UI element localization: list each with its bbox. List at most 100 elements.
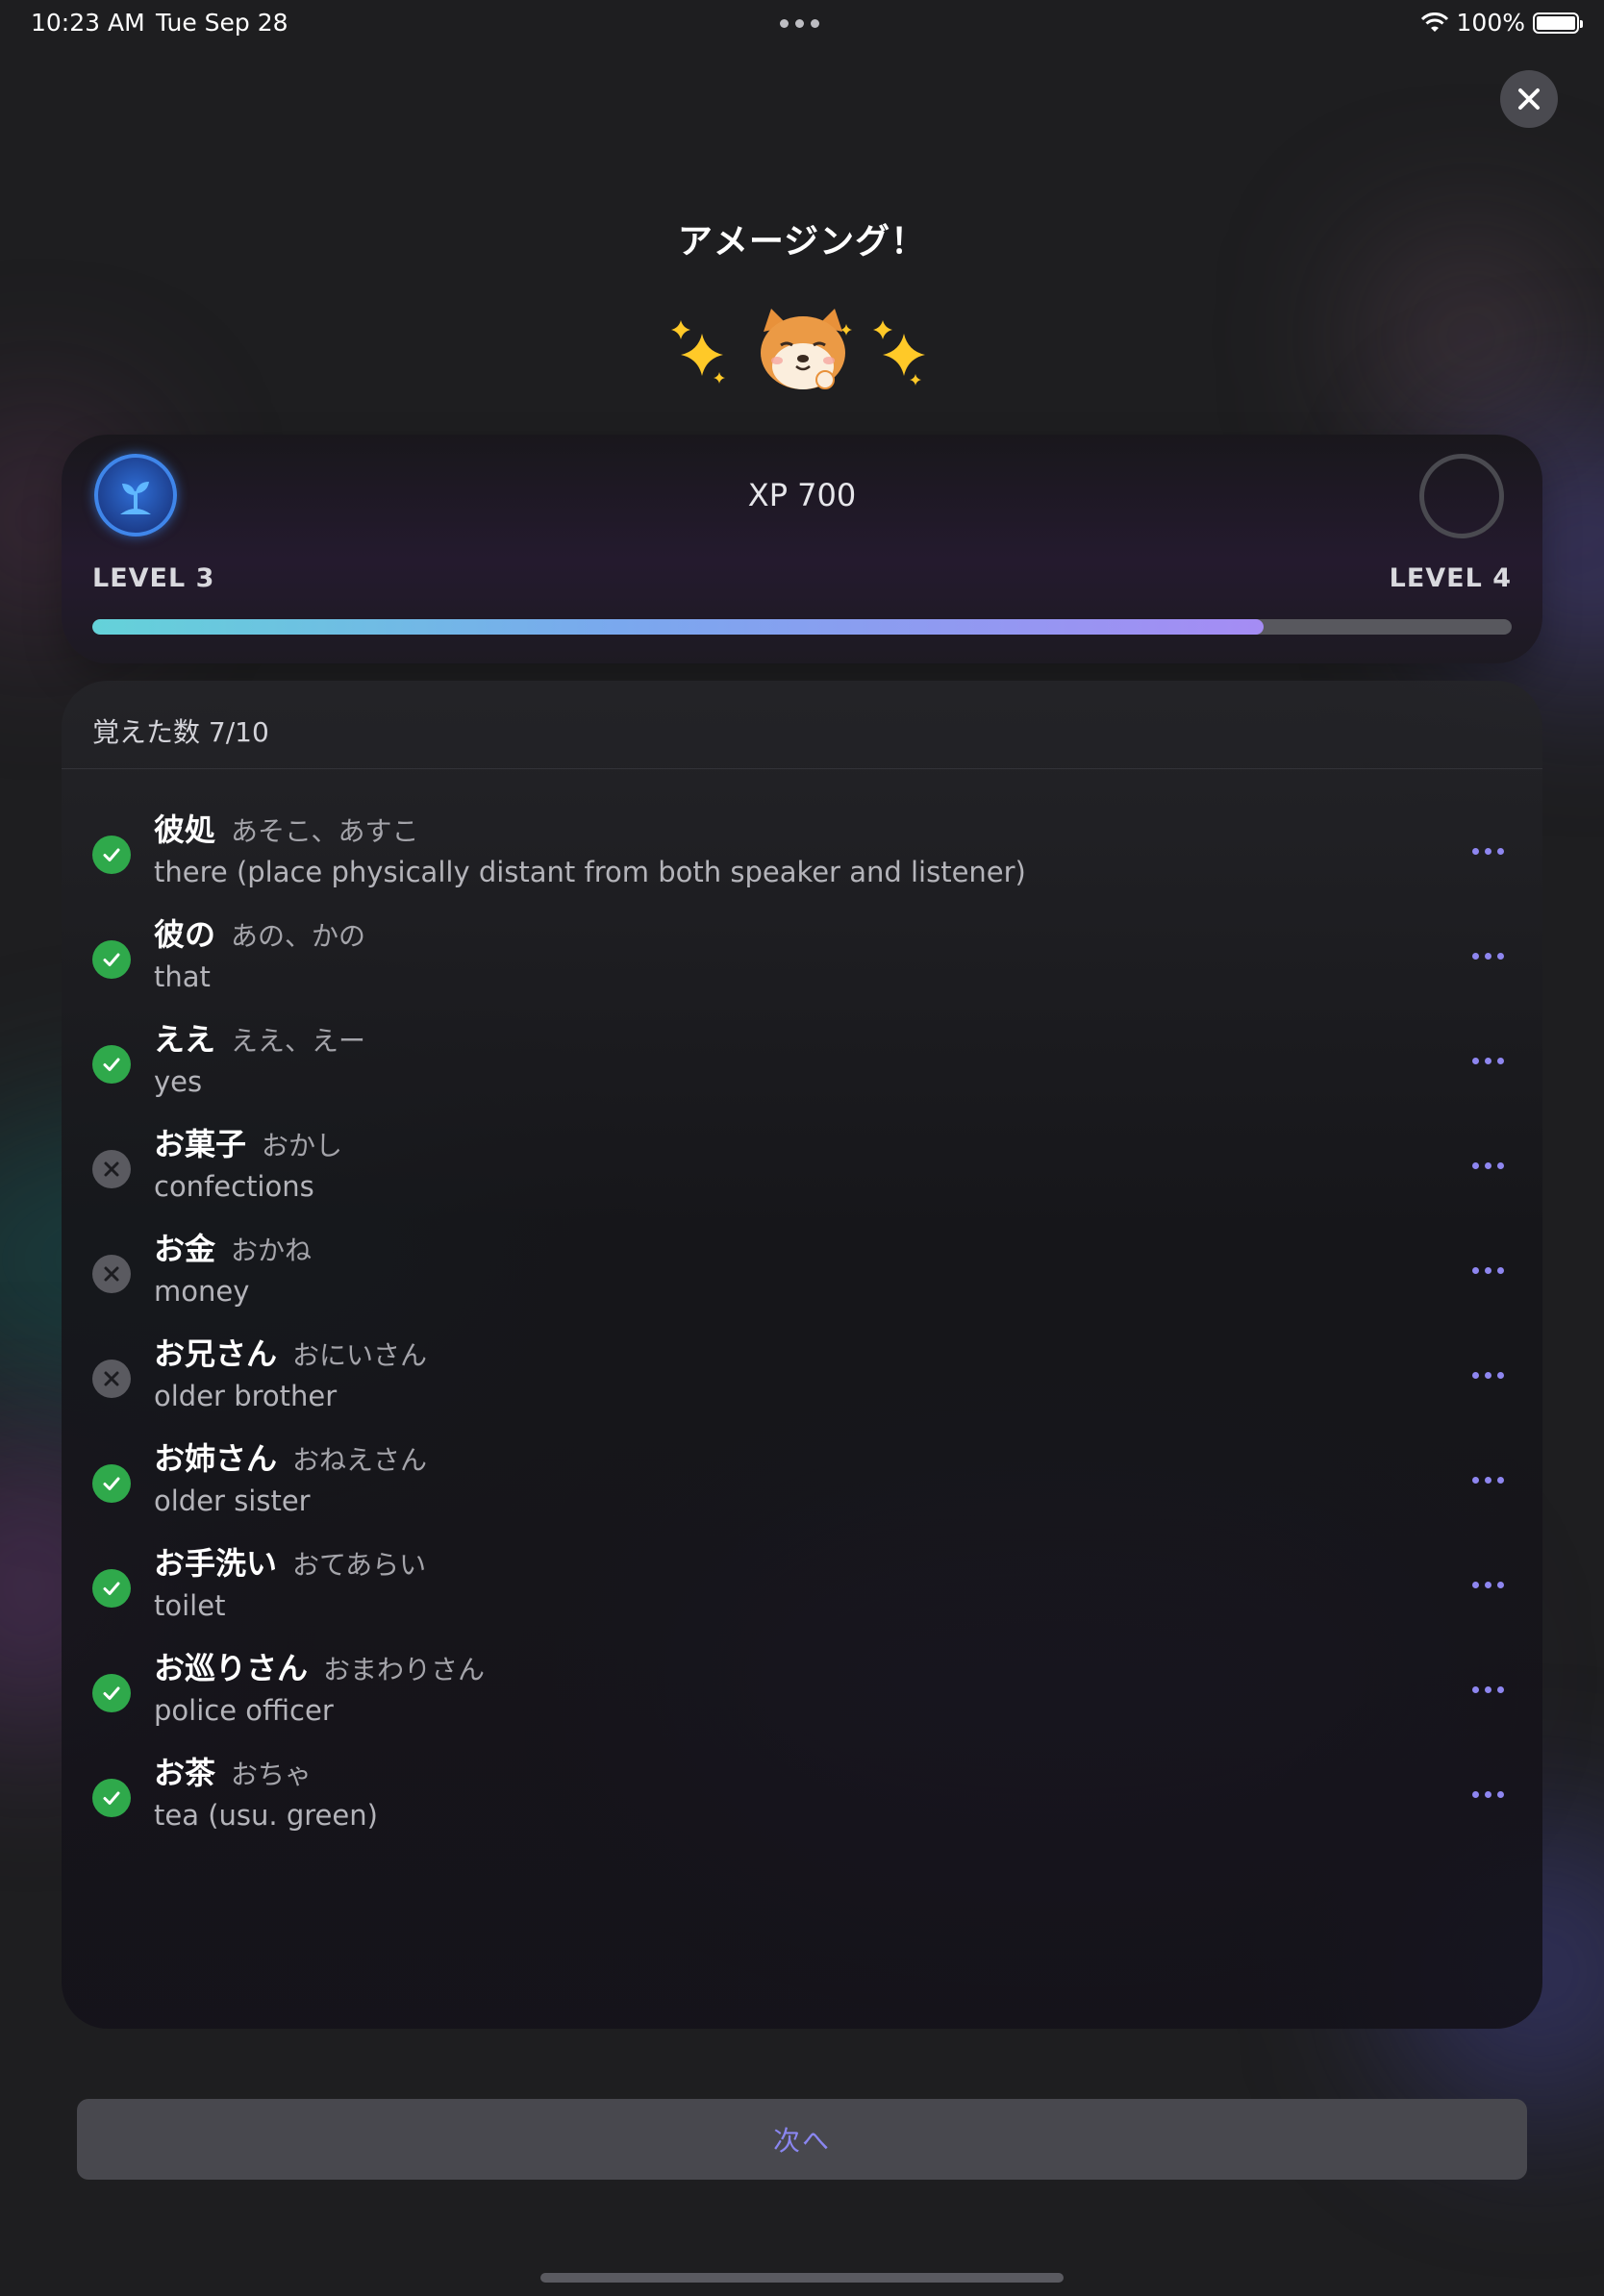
check-icon (92, 1464, 131, 1503)
multitasking-icon[interactable] (780, 19, 819, 28)
word-text: 彼の あの、かの that (154, 911, 365, 993)
check-icon (92, 1779, 131, 1817)
word-kanji: お金 (154, 1231, 216, 1267)
divider (62, 768, 1542, 769)
word-text: お菓子 おかし confections (154, 1120, 342, 1203)
word-reading: おまわりさん (323, 1654, 486, 1685)
battery-percent: 100% (1456, 9, 1525, 37)
word-text: お姉さん おねえさん older sister (154, 1435, 427, 1517)
xp-progress-bar (92, 619, 1512, 635)
list-item[interactable]: お姉さん おねえさん older sister (62, 1431, 1542, 1535)
word-kanji: お巡りさん (154, 1650, 309, 1686)
check-icon (92, 836, 131, 874)
word-reading: おにいさん (292, 1339, 428, 1371)
word-reading: あの、かの (231, 920, 366, 952)
word-meaning: older brother (154, 1380, 338, 1412)
more-options-icon[interactable] (1472, 848, 1504, 855)
word-text: お兄さん おにいさん older brother (154, 1330, 427, 1412)
battery-icon (1533, 12, 1583, 34)
word-reading: ええ、えー (231, 1025, 366, 1057)
list-item[interactable]: お茶 おちゃ tea (usu. green) (62, 1745, 1542, 1850)
list-item[interactable]: お手洗い おてあらい toilet (62, 1535, 1542, 1640)
page-title: アメージング！ (677, 222, 927, 262)
word-meaning: yes (154, 1065, 203, 1098)
list-item[interactable]: ええ ええ、えー yes (62, 1011, 1542, 1116)
word-meaning: that (154, 961, 211, 993)
close-button[interactable] (1500, 70, 1558, 128)
word-text: お茶 おちゃ tea (usu. green) (154, 1749, 378, 1832)
cross-icon (92, 1150, 131, 1188)
word-kanji: 彼処 (154, 811, 216, 848)
more-options-icon[interactable] (1472, 1686, 1504, 1693)
word-meaning: police officer (154, 1694, 334, 1727)
home-indicator (540, 2273, 1064, 2283)
list-item[interactable]: お兄さん おにいさん older brother (62, 1326, 1542, 1431)
wifi-icon (1420, 12, 1448, 32)
check-icon (92, 1569, 131, 1608)
cross-icon (92, 1360, 131, 1398)
celebration-mascot (671, 309, 925, 389)
level-badge-next (1419, 454, 1504, 538)
word-kanji: 彼の (154, 916, 216, 953)
word-text: お金 おかね money (154, 1225, 312, 1308)
word-reading: おてあらい (292, 1549, 427, 1581)
more-options-icon[interactable] (1472, 1267, 1504, 1274)
level-card: XP 700 LEVEL 3 LEVEL 4 (62, 435, 1542, 663)
word-meaning: older sister (154, 1485, 311, 1517)
learned-count-header: 覚えた数 7/10 (92, 711, 269, 750)
list-item[interactable]: お巡りさん おまわりさん police officer (62, 1640, 1542, 1745)
word-meaning: there (place physically distant from bot… (154, 856, 1026, 888)
status-bar: 10:23 AM Tue Sep 28 100% (0, 0, 1604, 46)
word-kanji: お手洗い (154, 1545, 278, 1582)
word-reading: おちゃ (231, 1759, 313, 1790)
xp-label: XP 700 (747, 477, 857, 513)
learned-count-label: 覚えた数 (92, 716, 201, 748)
word-meaning: confections (154, 1170, 314, 1203)
learned-count-value: 7/10 (208, 716, 269, 748)
current-level-label: LEVEL 3 (92, 563, 215, 593)
word-kanji: お茶 (154, 1755, 216, 1791)
word-text: お巡りさん おまわりさん police officer (154, 1644, 485, 1727)
check-icon (92, 1045, 131, 1084)
word-list: 彼処 あそこ、あすこ there (place physically distant… (62, 802, 1542, 1850)
more-options-icon[interactable] (1472, 1582, 1504, 1588)
list-item[interactable]: 彼の あの、かの that (62, 907, 1542, 1011)
close-icon (1518, 88, 1540, 110)
list-item[interactable]: お菓子 おかし confections (62, 1116, 1542, 1221)
word-text: お手洗い おてあらい toilet (154, 1539, 426, 1622)
check-icon (92, 1674, 131, 1712)
shiba-dog-icon (761, 309, 852, 389)
word-kanji: お兄さん (154, 1335, 278, 1372)
word-list-card: 覚えた数 7/10 彼処 あそこ、あすこ there (place physical… (62, 681, 1542, 2029)
list-item[interactable]: お金 おかね money (62, 1221, 1542, 1326)
more-options-icon[interactable] (1472, 1477, 1504, 1484)
sparkle-icon (873, 320, 925, 386)
list-item[interactable]: 彼処 あそこ、あすこ there (place physically distant… (62, 802, 1542, 907)
next-button[interactable]: 次へ (77, 2099, 1527, 2180)
check-icon (92, 940, 131, 979)
word-reading: おかし (262, 1130, 343, 1161)
word-kanji: お菓子 (154, 1126, 247, 1162)
word-reading: おかね (231, 1235, 313, 1266)
more-options-icon[interactable] (1472, 1791, 1504, 1798)
next-level-label: LEVEL 4 (1389, 563, 1512, 593)
word-text: ええ ええ、えー yes (154, 1015, 365, 1098)
more-options-icon[interactable] (1472, 953, 1504, 960)
word-kanji: お姉さん (154, 1440, 278, 1477)
word-text: 彼処 あそこ、あすこ there (place physically distant… (154, 806, 1026, 888)
word-meaning: tea (usu. green) (154, 1799, 378, 1832)
sparkle-icon (671, 320, 725, 384)
more-options-icon[interactable] (1472, 1162, 1504, 1169)
cross-icon (92, 1255, 131, 1293)
xp-progress-fill (92, 619, 1264, 635)
status-date: Tue Sep 28 (156, 9, 288, 37)
word-meaning: money (154, 1275, 250, 1308)
more-options-icon[interactable] (1472, 1372, 1504, 1379)
word-kanji: ええ (154, 1021, 216, 1058)
word-reading: あそこ、あすこ (231, 815, 419, 847)
status-right: 100% (1420, 9, 1583, 37)
status-time: 10:23 AM (31, 9, 145, 37)
word-meaning: toilet (154, 1589, 226, 1622)
more-options-icon[interactable] (1472, 1058, 1504, 1064)
word-reading: おねえさん (292, 1444, 428, 1476)
